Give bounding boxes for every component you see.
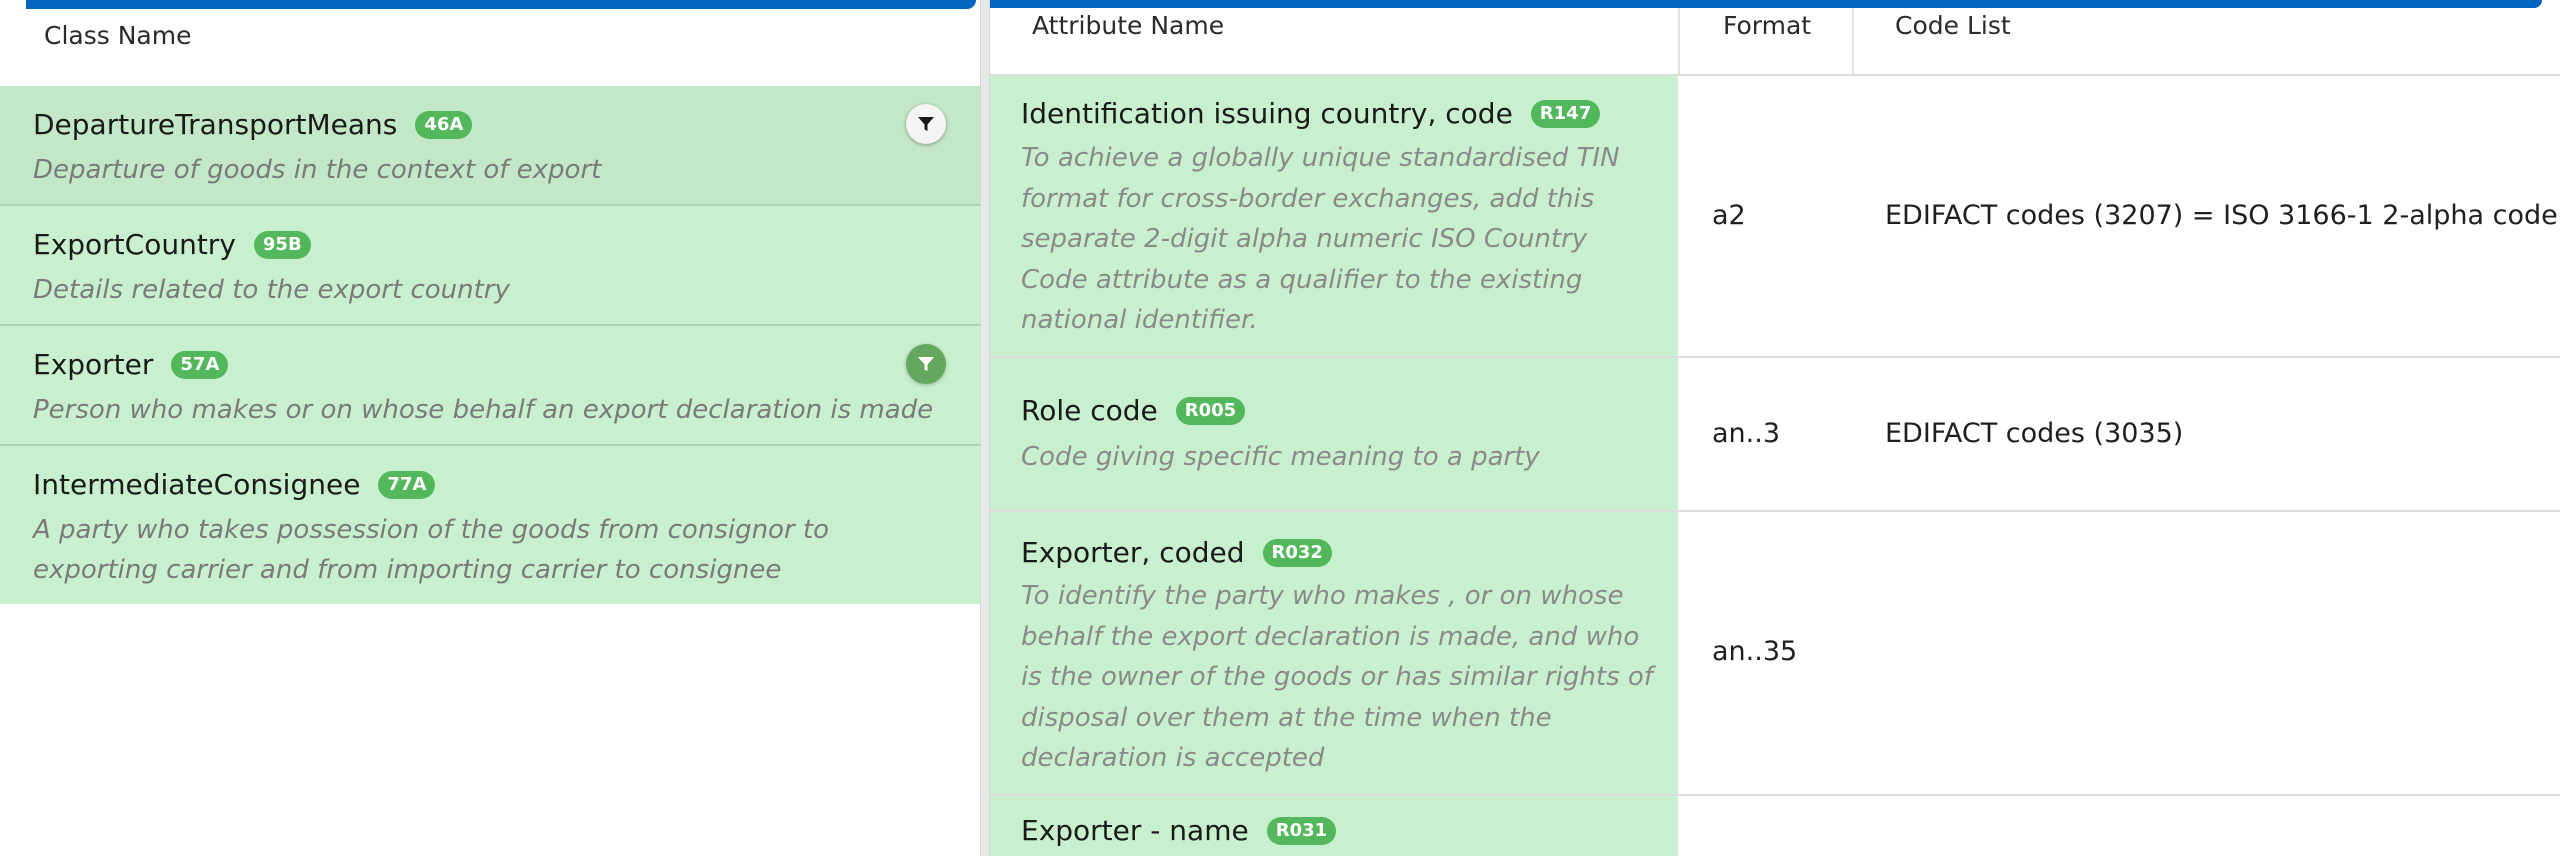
- class-name-line: DepartureTransportMeans 46A: [33, 108, 473, 141]
- class-code-badge: 46A: [415, 110, 473, 139]
- class-name-line: IntermediateConsignee 77A: [33, 468, 436, 501]
- attribute-name-cell: Identification issuing country, code R14…: [990, 76, 1678, 356]
- filter-icon[interactable]: [906, 344, 946, 384]
- class-row-export-country[interactable]: ExportCountry 95B Details related to the…: [0, 206, 980, 326]
- attribute-code-badge: R031: [1266, 816, 1337, 845]
- class-name: IntermediateConsignee: [33, 468, 361, 501]
- format-cell: an..35: [1712, 636, 1798, 667]
- class-row-exporter[interactable]: Exporter 57A Person who makes or on whos…: [0, 326, 980, 446]
- class-description: A party who takes possession of the good…: [33, 515, 830, 585]
- attribute-panel-accent-bar: [990, 0, 2542, 8]
- class-name-column-header[interactable]: Class Name: [44, 21, 191, 50]
- attribute-panel: Attribute Name Format Code List Identifi…: [990, 0, 2560, 856]
- class-row-departure-transport-means[interactable]: DepartureTransportMeans 46A Departure of…: [0, 86, 980, 206]
- class-panel: Class Name DepartureTransportMeans 46A D…: [0, 0, 980, 856]
- class-name: Exporter: [33, 348, 154, 381]
- attribute-code-badge: R005: [1175, 396, 1246, 425]
- code-list-column-header[interactable]: Code List: [1895, 11, 2011, 40]
- attribute-code-badge: R147: [1530, 99, 1601, 128]
- class-code-badge: 57A: [171, 350, 229, 379]
- attribute-name-line: Role code R005: [1021, 394, 1246, 427]
- attribute-name-line: Exporter - name R031: [1021, 814, 1337, 847]
- panel-splitter[interactable]: [980, 0, 990, 856]
- attribute-name: Role code: [1021, 394, 1158, 427]
- attribute-name-line: Exporter, coded R032: [1021, 536, 1332, 569]
- class-name-line: ExportCountry 95B: [33, 228, 311, 261]
- attribute-row-exporter-coded[interactable]: Exporter, coded R032 To identify the par…: [990, 512, 2560, 796]
- filter-icon[interactable]: [906, 104, 946, 144]
- class-code-badge: 95B: [253, 230, 311, 259]
- class-code-badge: 77A: [378, 470, 436, 499]
- class-row-intermediate-consignee[interactable]: IntermediateConsignee 77A A party who ta…: [0, 446, 980, 604]
- code-list-cell: EDIFACT codes (3207) = ISO 3166-1 2-alph…: [1885, 200, 2558, 231]
- attribute-table-header: Attribute Name Format Code List: [990, 0, 2560, 76]
- format-column-header[interactable]: Format: [1723, 11, 1811, 40]
- attribute-code-badge: R032: [1262, 538, 1332, 567]
- attribute-name-cell: Role code R005 Code giving specific mean…: [990, 358, 1678, 510]
- class-description: Details related to the export country: [33, 275, 510, 305]
- attribute-name-cell: Exporter - name R031: [990, 796, 1678, 856]
- attribute-row-exporter-name[interactable]: Exporter - name R031: [990, 796, 2560, 856]
- column-divider: [1678, 0, 1680, 74]
- code-list-cell: EDIFACT codes (3035): [1885, 418, 2184, 449]
- attribute-row-role-code[interactable]: Role code R005 Code giving specific mean…: [990, 358, 2560, 512]
- attribute-name-line: Identification issuing country, code R14…: [1021, 97, 1601, 130]
- column-divider: [1852, 0, 1854, 74]
- app-root: Class Name DepartureTransportMeans 46A D…: [0, 0, 2560, 856]
- class-description: Departure of goods in the context of exp…: [33, 155, 602, 185]
- attribute-name-column-header[interactable]: Attribute Name: [1032, 11, 1224, 40]
- attribute-name: Exporter - name: [1021, 814, 1249, 847]
- class-table-header: Class Name: [0, 0, 980, 87]
- class-panel-accent-bar: [26, 0, 976, 9]
- format-cell: an..3: [1712, 418, 1781, 449]
- format-cell: a2: [1712, 200, 1746, 231]
- attribute-description: Code giving specific meaning to a party: [1021, 442, 1540, 472]
- attribute-name: Identification issuing country, code: [1021, 97, 1513, 130]
- attribute-description: To achieve a globally unique standardise…: [1021, 143, 1620, 335]
- class-name: ExportCountry: [33, 228, 236, 261]
- attribute-description: To identify the party who makes , or on …: [1021, 581, 1653, 773]
- attribute-name: Exporter, coded: [1021, 536, 1245, 569]
- attribute-name-cell: Exporter, coded R032 To identify the par…: [990, 512, 1678, 794]
- class-description: Person who makes or on whose behalf an e…: [33, 395, 934, 425]
- attribute-row-identification-issuing-country[interactable]: Identification issuing country, code R14…: [990, 76, 2560, 358]
- class-name-line: Exporter 57A: [33, 348, 229, 381]
- class-name: DepartureTransportMeans: [33, 108, 398, 141]
